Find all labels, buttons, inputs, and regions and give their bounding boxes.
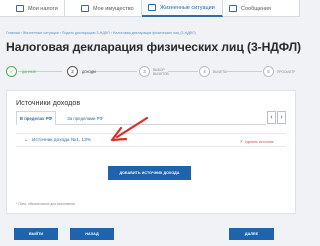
tab-outside-russia[interactable]: За пределами РФ: [60, 111, 110, 125]
panel-title: Источники доходов: [16, 98, 81, 107]
nav-tab-my-property[interactable]: Мое имущество: [65, 0, 142, 17]
house-icon: [16, 5, 24, 12]
step-connector: [227, 71, 262, 72]
step-1-check-icon[interactable]: ✓: [6, 66, 17, 77]
exit-button[interactable]: ВЫЙТИ: [14, 228, 58, 240]
wizard-stepper: ✓ ДАННЫЕ 2 ДОХОДЫ 3 ВЫБОР ВЫЧЕТОВ 4 ВЫЧЕ…: [5, 64, 297, 80]
tab-within-russia[interactable]: В пределах РФ: [16, 111, 56, 125]
required-fields-note: * Поля, обязательные для заполнения: [16, 202, 75, 206]
back-button[interactable]: НАЗАД: [70, 228, 114, 240]
nav-tab-life-situations[interactable]: Жизненные ситуации: [142, 0, 223, 17]
step-3-label: ВЫБОР ВЫЧЕТОВ: [153, 67, 169, 76]
next-button[interactable]: ДАЛЕЕ: [229, 228, 274, 240]
chevron-right-icon[interactable]: ›: [277, 111, 286, 124]
building-icon: [81, 5, 89, 12]
nav-tab-label: Сообщения: [241, 5, 271, 12]
delete-source-button[interactable]: × Удалить источник: [240, 139, 273, 144]
step-2-label: ДОХОДЫ: [82, 69, 96, 74]
doc-icon: [148, 4, 156, 11]
nav-tab-label: Жизненные ситуации: [160, 4, 215, 11]
top-navigation: Мои налоги Мое имущество Жизненные ситуа…: [0, 0, 300, 17]
add-income-source-button[interactable]: ДОБАВИТЬ ИСТОЧНИК ДОХОДА: [108, 166, 191, 180]
delete-x-icon: ×: [240, 138, 243, 144]
step-4-number[interactable]: 4: [199, 66, 210, 77]
tabs-divider: [56, 124, 266, 125]
page-title: Налоговая декларация физических лиц (3-Н…: [6, 40, 301, 54]
income-tabs: В пределах РФ За пределами РФ ‹ ›: [16, 111, 286, 125]
income-source-row[interactable]: ⌄ Источник дохода №1, 13% × Удалить источ…: [16, 133, 286, 147]
income-sources-panel: Источники доходов В пределах РФ За преде…: [6, 90, 296, 214]
step-connector: [168, 71, 198, 72]
nav-tab-label: Мое имущество: [93, 5, 134, 12]
nav-tab-messages[interactable]: Сообщения: [223, 0, 300, 17]
chevron-down-icon[interactable]: ⌄: [24, 137, 28, 143]
chevron-left-icon[interactable]: ‹: [267, 111, 276, 124]
step-5-number[interactable]: 5: [263, 66, 274, 77]
step-3-number[interactable]: 3: [139, 66, 150, 77]
step-1-label: ДАННЫЕ: [22, 69, 36, 74]
breadcrumb[interactable]: Главная › Жизненные ситуации › Подать де…: [6, 31, 196, 35]
step-5-label: ПРОСМОТР: [277, 69, 296, 74]
income-source-label[interactable]: Источник дохода №1, 13%: [32, 138, 91, 143]
delete-source-label: Удалить источник: [244, 139, 274, 144]
nav-tab-label: Мои налоги: [28, 5, 58, 12]
step-4-label: ВЫЧЕТЫ: [213, 69, 227, 74]
mail-icon: [229, 5, 237, 12]
step-2-number[interactable]: 2: [67, 66, 78, 77]
nav-tab-my-taxes[interactable]: Мои налоги: [0, 0, 65, 17]
step-connector: [91, 71, 137, 72]
